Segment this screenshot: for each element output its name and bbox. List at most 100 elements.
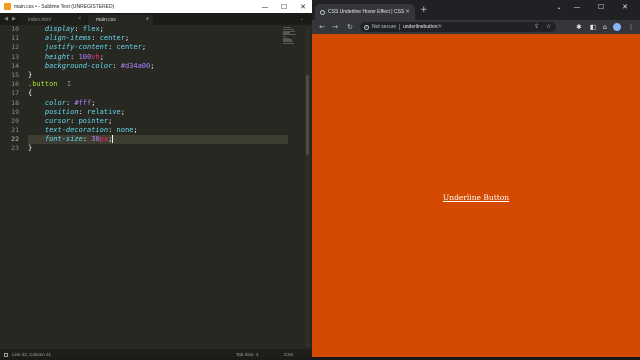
- tab-close-icon[interactable]: ×: [405, 8, 410, 15]
- extensions-icon[interactable]: ✱: [574, 22, 584, 32]
- code-token: justify-content: [44, 43, 109, 52]
- line-number: 10: [11, 25, 19, 33]
- code-editor[interactable]: 10 11 12 13 14 15 16 17 18 19 20 21 22 23 display: fl…: [0, 25, 312, 349]
- chrome-toolbar: ← → ↻ i Not secure underlinebutton /# ⇪ …: [312, 20, 640, 34]
- info-icon[interactable]: i: [364, 24, 369, 30]
- code-token: :: [74, 25, 83, 33]
- code-line[interactable]: }: [28, 144, 288, 153]
- code-token: :: [70, 52, 79, 61]
- sublime-text-window: main.css • - Sublime Text (UNREGISTERED)…: [0, 0, 312, 360]
- line-number: 22: [11, 135, 19, 144]
- code-line[interactable]: {: [28, 89, 288, 98]
- page-viewport: Underline Button: [312, 34, 640, 360]
- line-number: 15: [11, 70, 19, 79]
- minimize-icon[interactable]: —: [256, 0, 274, 13]
- share-icon[interactable]: ⇪: [534, 23, 539, 30]
- code-token: .button: [28, 80, 58, 89]
- address-bar[interactable]: i Not secure underlinebutton /# ⇪ ☆: [360, 22, 556, 32]
- profile-avatar[interactable]: [613, 23, 621, 31]
- line-number: 23: [11, 144, 19, 153]
- code-token: 30: [91, 135, 100, 144]
- unsaved-dot-icon[interactable]: ●: [146, 16, 149, 22]
- code-token: ;: [124, 34, 130, 43]
- code-line[interactable]: color: #fff;: [28, 99, 288, 108]
- maximize-icon[interactable]: ☐: [592, 0, 610, 14]
- divider: [399, 24, 400, 30]
- forward-icon[interactable]: →: [330, 22, 340, 32]
- minimize-icon[interactable]: —: [568, 0, 586, 14]
- code-token: ;: [150, 61, 155, 70]
- minimap[interactable]: [283, 27, 297, 47]
- code-line[interactable]: display: flex;: [28, 25, 288, 34]
- code-token: :: [108, 126, 117, 135]
- code-line[interactable]: font-size: 30px;: [28, 135, 288, 145]
- tab-scroll-right-icon[interactable]: ▶: [10, 13, 18, 25]
- menu-icon[interactable]: ⋮: [626, 22, 636, 32]
- line-number: 20: [11, 116, 19, 125]
- tab-index-html[interactable]: index.html ×: [20, 15, 85, 25]
- tab-close-icon[interactable]: ×: [78, 16, 81, 22]
- code-token: align-items: [44, 34, 92, 43]
- line-number: 18: [11, 98, 19, 107]
- code-token: display: [44, 25, 75, 33]
- code-token: ;: [120, 107, 125, 116]
- bookmark-star-icon[interactable]: ☆: [546, 23, 551, 30]
- underline-button[interactable]: Underline Button: [443, 193, 509, 202]
- code-token: }: [28, 144, 33, 153]
- maximize-icon[interactable]: ☐: [275, 0, 293, 13]
- code-line[interactable]: align-items: center;: [28, 34, 288, 43]
- tab-label: index.html: [28, 17, 51, 23]
- code-line[interactable]: background-color: #d34a00;: [28, 62, 288, 71]
- code-token: ;: [99, 52, 104, 61]
- code-token: }: [28, 70, 33, 79]
- chrome-tab-strip: CSS Underline Hover Effect | CSS × + ⌄ —…: [312, 0, 640, 20]
- sublime-window-title: main.css • - Sublime Text (UNREGISTERED): [14, 3, 115, 10]
- mouse-ibeam-cursor: I: [67, 80, 72, 88]
- code-token: cursor: [44, 116, 71, 125]
- code-token: ;: [99, 25, 104, 33]
- code-token: center: [99, 34, 125, 43]
- code-line[interactable]: position: relative;: [28, 108, 288, 117]
- code-token: :: [108, 43, 117, 52]
- scrollbar-thumb[interactable]: [306, 75, 309, 155]
- panel-toggle-icon[interactable]: [4, 352, 8, 357]
- line-number: 14: [11, 61, 19, 70]
- new-tab-button[interactable]: +: [420, 5, 428, 15]
- code-line[interactable]: }: [28, 71, 288, 80]
- code-line[interactable]: justify-content: center;: [28, 43, 288, 52]
- close-icon[interactable]: ✕: [616, 0, 634, 14]
- back-icon[interactable]: ←: [317, 22, 327, 32]
- tab-scroll-left-icon[interactable]: ◀: [2, 13, 10, 25]
- code-token: background-color: [44, 61, 113, 70]
- line-number: 12: [11, 43, 19, 52]
- code-token: :: [91, 34, 100, 43]
- globe-icon: [320, 9, 325, 15]
- tab-search-icon[interactable]: ⌄: [550, 0, 568, 14]
- code-line[interactable]: cursor: pointer;: [28, 117, 288, 126]
- code-token: :: [78, 107, 88, 116]
- reload-icon[interactable]: ↻: [345, 22, 355, 32]
- code-token: 100: [78, 52, 92, 61]
- text-caret: [112, 135, 114, 144]
- tab-list-icon[interactable]: ⌄: [298, 13, 306, 25]
- tab-main-css[interactable]: main.css ●: [88, 15, 153, 25]
- code-area[interactable]: display: flex; align-items: center; just…: [28, 25, 288, 154]
- close-icon[interactable]: ✕: [294, 0, 312, 13]
- code-token: flex: [82, 25, 100, 33]
- code-token: :: [82, 135, 92, 144]
- code-token: vh: [91, 52, 100, 61]
- code-token: {: [28, 89, 33, 98]
- side-panel-icon[interactable]: ◧: [588, 22, 598, 32]
- home-icon[interactable]: ⌂: [600, 22, 610, 32]
- browser-tab[interactable]: CSS Underline Hover Effect | CSS ×: [315, 4, 415, 20]
- line-number: 17: [11, 89, 19, 98]
- code-token: pointer: [78, 116, 109, 125]
- code-line[interactable]: text-decoration: none;: [28, 126, 288, 135]
- code-token: center: [116, 43, 142, 52]
- code-line[interactable]: height: 100vh;: [28, 53, 288, 62]
